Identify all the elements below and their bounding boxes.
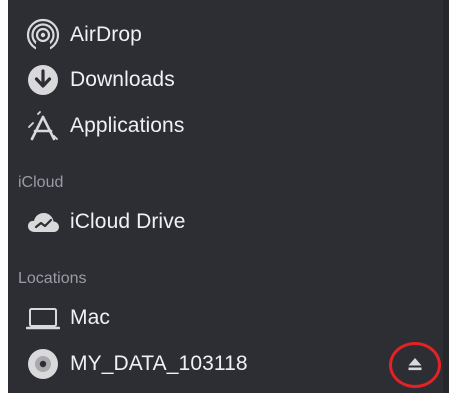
sidebar-scroll-edge [443, 0, 449, 393]
sidebar-item-label: Downloads [70, 68, 175, 91]
sidebar-item-downloads[interactable]: Downloads [26, 60, 175, 100]
airdrop-icon [26, 18, 60, 52]
sidebar-item-applications[interactable]: Applications [26, 106, 184, 146]
finder-sidebar: AirDrop Downloads Applications iCloud iC… [8, 0, 449, 393]
sidebar-item-icloud-drive[interactable]: iCloud Drive [26, 202, 186, 242]
sidebar-item-label: Applications [70, 114, 185, 137]
section-header-locations: Locations [18, 270, 87, 287]
sidebar-item-label: MY_DATA_103118 [70, 352, 248, 375]
sidebar-item-my-data-disk[interactable]: MY_DATA_103118 [26, 344, 248, 384]
icloud-icon [26, 205, 60, 239]
applications-icon [26, 109, 60, 143]
sidebar-item-mac[interactable]: Mac [26, 298, 110, 338]
section-header-icloud: iCloud [18, 174, 64, 191]
sidebar-item-label: Mac [70, 306, 110, 329]
sidebar-item-airdrop[interactable]: AirDrop [26, 15, 142, 55]
laptop-icon [26, 301, 60, 335]
eject-icon [407, 356, 423, 377]
downloads-icon [26, 63, 60, 97]
eject-button[interactable] [389, 342, 447, 392]
sidebar-item-label: AirDrop [70, 23, 142, 46]
sidebar-item-label: iCloud Drive [70, 210, 186, 233]
disk-icon [26, 347, 60, 381]
